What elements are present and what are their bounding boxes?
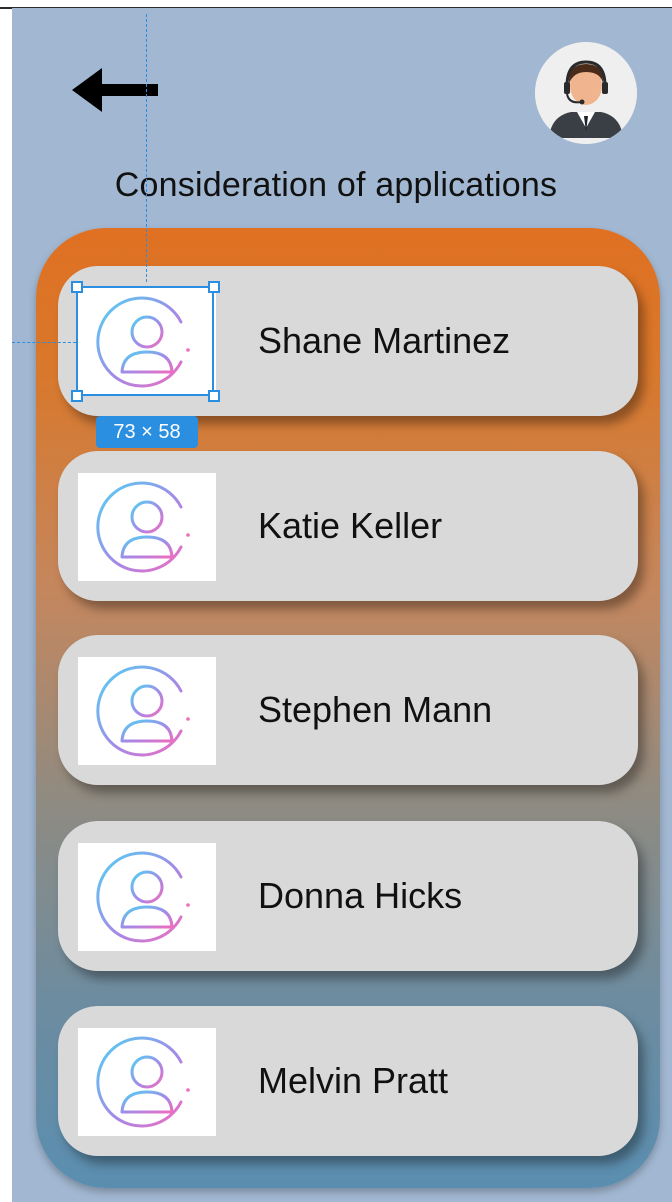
user-circle-icon: [96, 851, 190, 943]
applicant-item[interactable]: Donna Hicks: [58, 821, 638, 971]
applicant-item[interactable]: Stephen Mann: [58, 635, 638, 785]
applicant-name: Shane Martinez: [258, 320, 511, 361]
user-circle-icon: [96, 665, 190, 757]
vertical-guide-line: [146, 14, 147, 282]
resize-handle-bottom-right[interactable]: [208, 390, 220, 402]
applicant-photo: [78, 473, 216, 581]
applicant-name: Donna Hicks: [258, 875, 463, 916]
applicant-item[interactable]: Katie Keller: [58, 451, 638, 601]
user-circle-icon: [96, 1036, 190, 1128]
applicant-photo: [78, 1028, 216, 1136]
resize-handle-top-right[interactable]: [208, 281, 220, 293]
applicant-name: Stephen Mann: [258, 689, 493, 730]
selection-box[interactable]: [76, 286, 214, 396]
applicant-photo: [78, 843, 216, 951]
support-avatar[interactable]: [535, 42, 637, 144]
applicant-name: Katie Keller: [258, 505, 443, 546]
resize-handle-top-left[interactable]: [71, 281, 83, 293]
back-button[interactable]: [70, 62, 162, 118]
arrow-left-icon: [72, 68, 158, 112]
user-circle-icon: [96, 481, 190, 573]
page-title: Consideration of applications: [114, 166, 558, 204]
horizontal-guide-line: [12, 342, 76, 343]
support-agent-icon: [535, 42, 637, 144]
resize-handle-bottom-left[interactable]: [71, 390, 83, 402]
applicant-item[interactable]: Melvin Pratt: [58, 1006, 638, 1156]
applicant-name: Melvin Pratt: [258, 1060, 449, 1101]
dimensions-badge: 73 × 58: [96, 416, 198, 448]
applicant-photo: [78, 657, 216, 765]
